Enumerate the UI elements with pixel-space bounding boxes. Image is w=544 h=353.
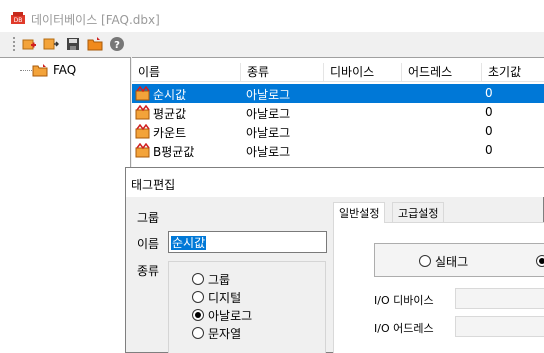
cell-initial: 0 [485,143,493,157]
cell-type: 아날로그 [246,145,291,159]
analog-tag-icon [135,124,150,139]
radio-real-tag[interactable] [419,255,431,267]
radio-label-group: 그룹 [208,273,231,287]
radio-label-digital: 디지털 [208,291,242,305]
cell-name: B평균값 [153,145,195,159]
list-row[interactable]: 순시값 아날로그 0 [132,84,544,103]
tree-connector [20,70,32,71]
toolbar-grip[interactable] [13,37,15,51]
cell-name: 순시값 [153,88,187,102]
svg-text:?: ? [114,40,120,51]
toolbar: ? [0,32,544,56]
analog-tag-icon [135,105,150,120]
io-address-label: I/O 어드레스 [374,322,434,335]
general-tab-panel: 실태그 I/O 디바이스 I/O 어드레스 [333,222,544,353]
radio-label-real-tag: 실태그 [435,255,469,269]
analog-tag-icon [135,143,150,158]
column-header-device[interactable]: 디바이스 [324,63,402,81]
cell-type: 아날로그 [246,88,291,102]
list-header: 이름 종류 디바이스 어드레스 초기값 [132,60,544,82]
cell-type: 아날로그 [246,126,291,140]
io-device-field[interactable] [455,288,544,309]
tree-item-faq[interactable]: FAQ [53,63,76,77]
column-header-initial[interactable]: 초기값 [482,63,544,81]
save-icon[interactable] [65,36,81,52]
radio-digital[interactable] [192,291,204,303]
radio-label-analog: 아날로그 [208,309,253,323]
app-icon: DB [11,12,25,24]
cell-initial: 0 [485,124,493,138]
tag-edit-dialog: 태그편집 그룹 이름 순시값 종류 그룹 디지털 아날로그 문자열 일반설정 고… [125,167,544,353]
analog-tag-icon [135,86,150,101]
list-row[interactable]: 카운트 아날로그 0 [132,122,544,141]
list-row[interactable]: B평균값 아날로그 0 [132,141,544,160]
cell-initial: 0 [485,105,493,119]
tab-advanced[interactable]: 고급설정 [392,202,445,222]
radio-analog[interactable] [192,309,204,321]
radio-string[interactable] [192,327,204,339]
folder-icon [32,64,48,77]
column-header-address[interactable]: 어드레스 [402,63,482,81]
tree-view[interactable]: FAQ [0,57,131,353]
add-item-icon[interactable] [43,36,59,52]
type-radio-group: 그룹 디지털 아날로그 문자열 [168,261,326,353]
add-tag-icon[interactable] [21,36,37,52]
tag-mode-group: 실태그 [374,243,544,277]
dialog-title: 태그편집 [131,178,176,192]
window-title: 데이터베이스 [FAQ.dbx] [31,13,160,27]
name-label: 이름 [137,237,160,251]
name-input[interactable]: 순시값 [168,231,327,253]
io-address-field[interactable] [455,316,544,337]
help-icon[interactable]: ? [109,36,125,52]
dialog-tabs: 일반설정 고급설정 [333,202,544,223]
svg-text:DB: DB [14,17,23,24]
group-label: 그룹 [137,211,160,225]
dialog-titlebar[interactable]: 태그편집 [126,168,544,197]
cell-name: 평균값 [153,107,187,121]
io-device-label: I/O 디바이스 [374,294,434,307]
type-label: 종류 [137,264,160,278]
cell-name: 카운트 [153,126,187,140]
radio-virtual-tag[interactable] [536,255,544,267]
name-input-value: 순시값 [171,236,207,250]
radio-group[interactable] [192,273,204,285]
column-header-type[interactable]: 종류 [241,63,324,81]
title-bar: DB 데이터베이스 [FAQ.dbx] [0,0,544,32]
radio-label-string: 문자열 [208,327,242,341]
tab-general[interactable]: 일반설정 [333,202,386,223]
list-row[interactable]: 평균값 아날로그 0 [132,103,544,122]
open-folder-icon[interactable] [87,36,103,52]
cell-initial: 0 [485,86,493,100]
cell-type: 아날로그 [246,107,291,121]
column-header-name[interactable]: 이름 [132,63,241,81]
